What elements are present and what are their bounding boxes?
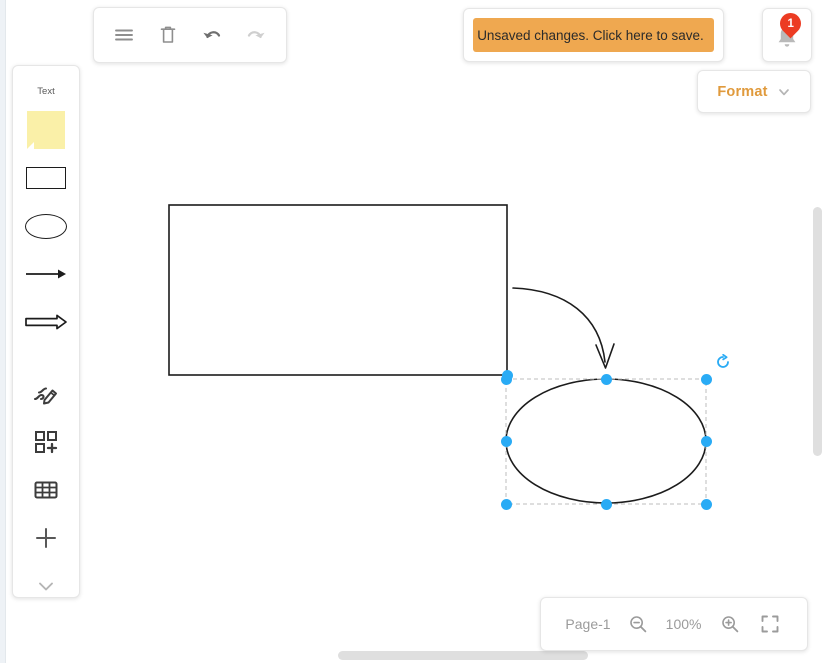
selection-handle-top-right[interactable] [700, 373, 712, 385]
redo-button[interactable] [239, 18, 273, 52]
undo-arrow-icon [203, 31, 221, 39]
table-icon [34, 481, 58, 499]
sticky-note-icon [27, 111, 65, 149]
status-bar: Page-1 100% [540, 597, 808, 651]
hamburger-menu-icon [115, 29, 133, 41]
palette-item-freehand[interactable] [18, 375, 74, 413]
canvas-rectangle[interactable] [168, 204, 508, 376]
palette-item-arrow[interactable] [18, 255, 74, 293]
vertical-scrollbar-track[interactable] [812, 0, 823, 655]
horizontal-scrollbar-track[interactable] [6, 650, 826, 661]
redo-arrow-icon [247, 31, 265, 39]
palette-item-double-arrow[interactable] [18, 303, 74, 341]
format-button-label: Format [717, 83, 768, 100]
main-toolbar [93, 7, 287, 63]
connector-arrowhead [595, 343, 615, 369]
fullscreen-button[interactable] [757, 611, 783, 637]
delete-button[interactable] [151, 18, 185, 52]
zoom-in-button[interactable] [717, 611, 743, 637]
notification-button[interactable]: 1 [774, 8, 806, 50]
palette-item-sticky-note[interactable] [18, 111, 74, 149]
freehand-pencil-icon [33, 387, 57, 405]
zoom-level-label: 100% [665, 616, 702, 632]
rectangle-icon [26, 167, 66, 189]
palette-item-ellipse[interactable] [18, 207, 74, 245]
undo-button[interactable] [195, 18, 229, 52]
arrow-icon [26, 269, 66, 279]
save-banner-card: Unsaved changes. Click here to save. [463, 8, 724, 62]
selection-handle-bottom-left[interactable] [500, 498, 512, 510]
palette-item-text[interactable]: Text [37, 86, 54, 97]
diagram-editor-app: Unsaved changes. Click here to save. 1 F… [0, 0, 826, 663]
palette-item-rectangle[interactable] [18, 159, 74, 197]
rotate-icon[interactable] [715, 353, 731, 370]
format-button[interactable]: Format [697, 70, 811, 113]
palette-item-add-shapes[interactable] [18, 423, 74, 461]
palette-expand-more[interactable] [18, 567, 74, 605]
add-shapes-icon [35, 431, 58, 454]
trash-icon [160, 26, 176, 43]
canvas-ellipse[interactable] [505, 378, 707, 504]
palette-item-add-more[interactable] [18, 519, 74, 557]
zoom-out-button[interactable] [625, 611, 651, 637]
selection-handle-top-center[interactable] [600, 373, 612, 385]
chevron-down-icon [778, 88, 789, 95]
zoom-out-icon [629, 616, 646, 633]
page-label[interactable]: Page-1 [565, 616, 610, 632]
rectangle-connection-point[interactable] [501, 369, 513, 381]
selection-handle-bottom-right[interactable] [700, 498, 712, 510]
save-banner-text: Unsaved changes. Click here to save. [477, 27, 704, 43]
ellipse-icon [25, 213, 67, 239]
shape-palette: Text [12, 65, 80, 598]
palette-item-table[interactable] [18, 471, 74, 509]
plus-icon [36, 528, 56, 548]
selection-handle-middle-left[interactable] [500, 436, 512, 447]
save-changes-button[interactable]: Unsaved changes. Click here to save. [473, 18, 714, 52]
notification-count: 1 [787, 17, 794, 30]
fullscreen-icon [761, 615, 779, 633]
vertical-scrollbar-thumb[interactable] [813, 207, 822, 456]
double-arrow-icon [25, 314, 67, 330]
chevron-down-icon [39, 582, 53, 591]
zoom-in-icon [721, 616, 738, 633]
notification-card: 1 [762, 8, 812, 62]
rotate-icon-svg [717, 353, 729, 368]
menu-button[interactable] [107, 18, 141, 52]
canvas-connector-arrow[interactable] [512, 287, 606, 363]
horizontal-scrollbar-thumb[interactable] [338, 651, 588, 660]
selection-handle-bottom-center[interactable] [600, 498, 612, 510]
selection-handle-middle-right[interactable] [700, 436, 712, 447]
